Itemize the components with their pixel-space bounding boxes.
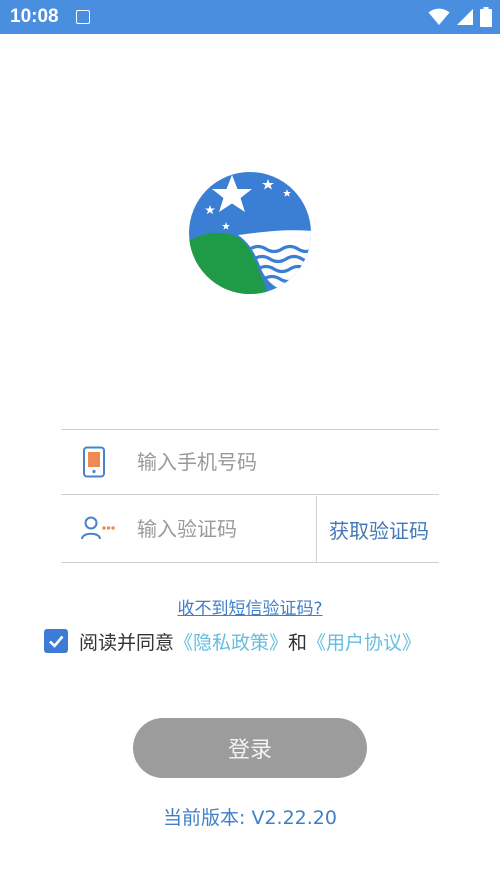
and-text: 和 — [288, 631, 308, 654]
version-text: 当前版本: V2.22.20 — [163, 807, 337, 829]
no-sms-link[interactable]: 收不到短信验证码? — [0, 594, 500, 619]
app-logo — [189, 172, 311, 294]
status-time: 10:08 — [10, 6, 59, 27]
user-code-icon — [81, 516, 115, 540]
privacy-policy-link[interactable]: 《隐私政策》 — [174, 628, 288, 655]
phone-icon — [83, 446, 105, 478]
divider-middle — [61, 494, 439, 495]
agree-checkbox[interactable] — [44, 629, 68, 653]
get-code-button[interactable]: 获取验证码 — [318, 496, 440, 562]
divider-bottom — [61, 562, 439, 563]
phone-field-row — [61, 430, 439, 494]
status-icons — [428, 7, 492, 27]
wifi-icon — [428, 8, 450, 25]
agree-text: 阅读并同意 — [79, 631, 175, 654]
code-divider — [316, 496, 317, 562]
user-agreement-link[interactable]: 《用户协议》 — [307, 628, 421, 655]
login-button[interactable]: 登录 — [133, 718, 367, 778]
check-icon — [49, 635, 64, 648]
battery-icon — [480, 7, 492, 27]
signal-icon — [457, 9, 473, 25]
status-bar: 10:08 — [0, 0, 500, 34]
agreement-row: 阅读并同意 《隐私政策》 和 《用户协议》 — [44, 626, 421, 656]
phone-input[interactable] — [137, 430, 427, 494]
app-notification-icon — [76, 10, 90, 24]
